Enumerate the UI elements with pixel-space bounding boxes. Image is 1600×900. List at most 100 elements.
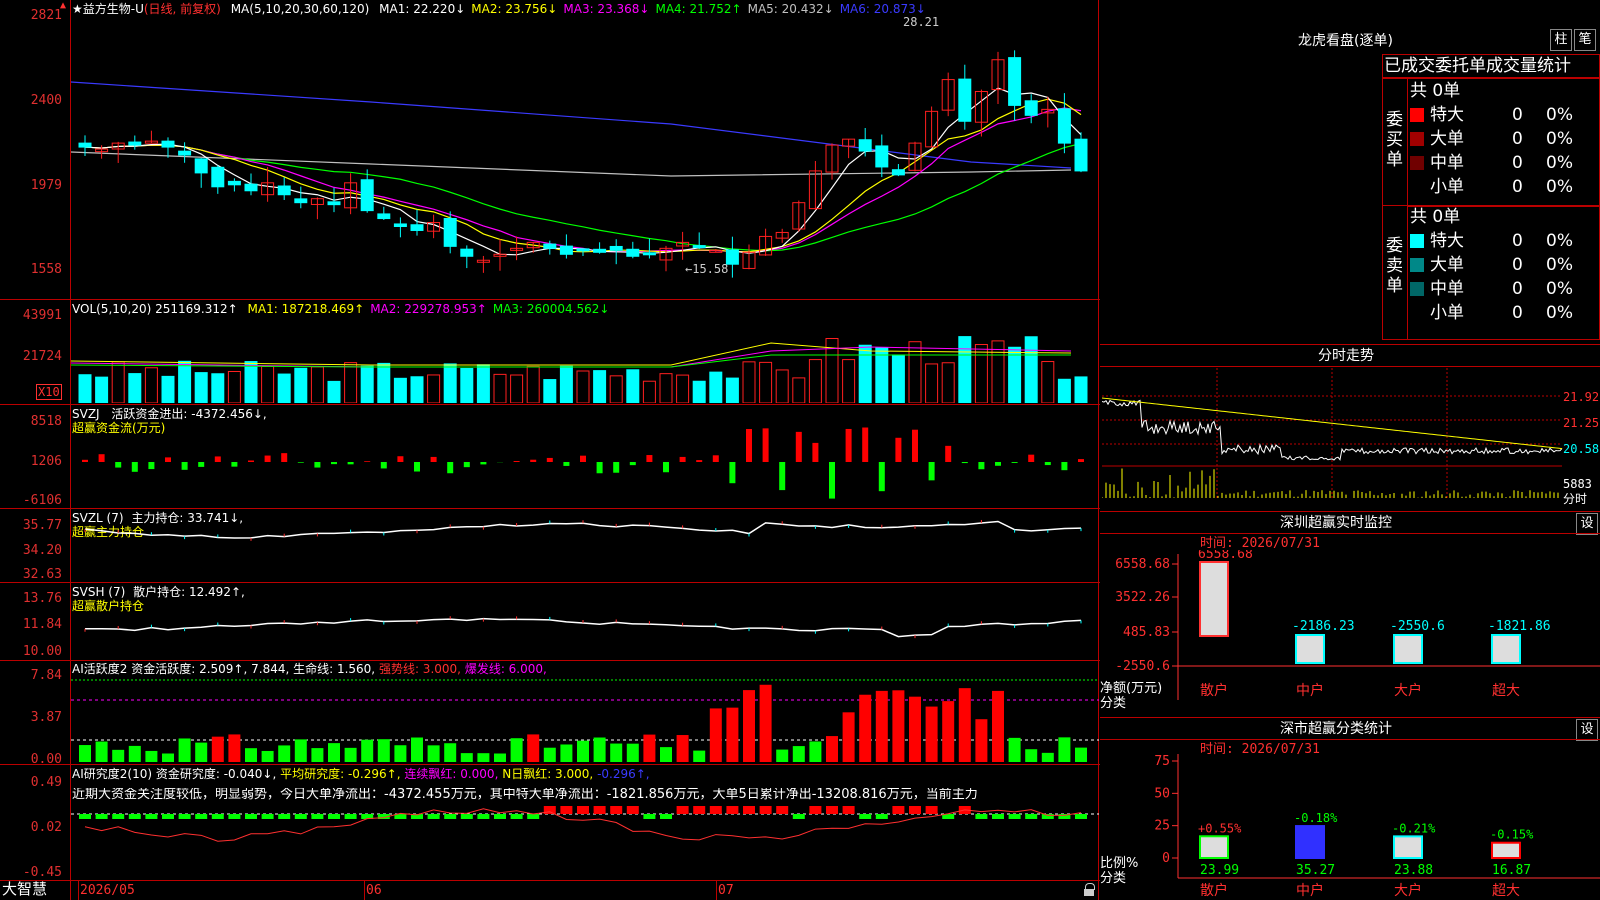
activity-bar xyxy=(925,706,938,762)
sh-y-axis-title: 比例% xyxy=(1100,856,1139,871)
activity-bar xyxy=(1041,752,1054,762)
sz-bar-value: -2186.23 xyxy=(1292,619,1355,634)
tab-orders[interactable]: 委托单 xyxy=(1435,56,1486,76)
sz-y-tick: 3522.26 xyxy=(1115,590,1170,605)
sell-row-pct: 0% xyxy=(1546,255,1573,275)
volume-bar xyxy=(294,367,308,403)
research-bar xyxy=(145,814,158,819)
retail-holding-chart[interactable] xyxy=(71,583,1099,659)
research-bar xyxy=(660,814,672,819)
flow-bar xyxy=(281,453,288,462)
sz-net-flow-chart[interactable]: 6558.68 3522.26 485.83 -2550.6 6558.68 散户 -218… xyxy=(1100,550,1600,710)
flow-bar xyxy=(1044,462,1051,466)
flow-bar xyxy=(447,462,454,474)
sh-ratio-chart[interactable]: 75 50 25 0 +0.55% 23.99 散户 -0.18% 35.27 中户 -0.21% 2… xyxy=(1100,750,1600,900)
sh-bar-value: 35.27 xyxy=(1296,863,1335,878)
volume-bar xyxy=(227,370,241,403)
flow-bar xyxy=(746,429,752,462)
ai1-y-label: 7.84 xyxy=(30,668,62,683)
svzj-y-label: 1206 xyxy=(30,454,62,469)
main-holding-chart[interactable] xyxy=(71,509,1099,581)
flow-bar xyxy=(214,456,221,462)
candle-body xyxy=(543,243,557,249)
svsh-y-label: 13.76 xyxy=(22,591,62,606)
research-bar xyxy=(842,806,855,814)
flow-bar xyxy=(878,462,885,492)
intraday-price-label: 21.25 xyxy=(1563,416,1600,430)
volume-bar xyxy=(725,377,739,403)
candle-body xyxy=(327,201,341,206)
research-bar xyxy=(726,806,739,814)
sz-settings-button[interactable]: 设 xyxy=(1576,513,1598,535)
vol-header: VOL(5,10,20) 251169.312↑ MA1: 187218.469… xyxy=(72,302,609,316)
activity-chart[interactable] xyxy=(71,674,1099,762)
left-chart-area[interactable]: ★益方生物-U(日线, 前复权) MA(5,10,20,30,60,120) M… xyxy=(0,0,1100,900)
volume-bar xyxy=(941,362,955,403)
tick-view-button[interactable]: 笔 xyxy=(1574,29,1596,51)
flow-bar xyxy=(696,460,703,462)
sz-x-axis-title: 分类 xyxy=(1100,696,1127,711)
research-chart[interactable] xyxy=(71,800,1099,878)
candle-body xyxy=(194,158,208,174)
research-bar xyxy=(95,814,108,819)
candlestick-chart[interactable] xyxy=(71,14,1099,294)
activity-bar xyxy=(311,748,324,762)
flow-bar xyxy=(629,462,636,466)
right-sidebar: 龙虎看盘(逐单) 柱 笔 已成交 委托单 成交量统计 委买单 共 0单 特大 0 0… xyxy=(1100,0,1600,900)
flow-bar xyxy=(895,437,902,462)
volume-bar xyxy=(974,344,988,403)
research-bar xyxy=(759,806,772,814)
fund-flow-chart[interactable] xyxy=(71,412,1099,504)
candle-body xyxy=(875,145,889,168)
research-bar xyxy=(245,814,257,819)
sh-bar-label: 散户 xyxy=(1200,882,1228,899)
flow-bar xyxy=(580,455,586,462)
research-bar xyxy=(610,806,623,814)
vol-value: 251169.312↑ xyxy=(155,302,238,316)
flow-bar xyxy=(829,462,835,499)
flow-bar xyxy=(331,462,337,465)
candle-body xyxy=(891,169,905,176)
sh-bar-pct: -0.15% xyxy=(1490,828,1534,842)
ai2-cont: 连续飘红: 0.000, xyxy=(404,767,499,781)
flow-bar xyxy=(596,462,603,474)
activity-bar xyxy=(510,738,523,762)
ai1-y-label: 0.00 xyxy=(30,752,62,767)
candle-body xyxy=(360,179,374,212)
research-bar xyxy=(792,814,805,819)
flow-bar xyxy=(928,462,935,481)
svzl-y-label: 32.63 xyxy=(22,567,62,582)
tab-volume-stats[interactable]: 成交量统计 xyxy=(1486,56,1571,76)
activity-bar xyxy=(328,743,340,762)
activity-bar xyxy=(278,745,291,762)
sh-settings-button[interactable]: 设 xyxy=(1576,719,1598,741)
activity-bar xyxy=(195,742,208,762)
volume-bar xyxy=(925,363,939,403)
activity-bar xyxy=(444,743,457,762)
volume-chart[interactable] xyxy=(71,315,1099,403)
buy-row-name: 大单 xyxy=(1430,129,1464,149)
volume-bar xyxy=(609,375,623,403)
flow-bar xyxy=(248,460,254,462)
volume-bar xyxy=(559,365,573,403)
flow-bar xyxy=(98,454,105,462)
research-bar xyxy=(261,814,274,819)
date-label: 2026/05 xyxy=(80,883,135,898)
flow-bar xyxy=(712,455,719,462)
flow-bar xyxy=(779,462,786,491)
candle-body xyxy=(626,248,640,257)
price-y-label: 2400 xyxy=(30,93,62,108)
buy-row-pct: 0% xyxy=(1546,153,1573,173)
candle-body xyxy=(178,150,192,156)
sz-y-axis-title: 净额(万元) xyxy=(1100,681,1163,696)
volume-bar xyxy=(1008,346,1022,403)
activity-bar xyxy=(610,743,623,762)
volume-bar xyxy=(161,375,175,403)
activity-bar xyxy=(577,740,589,762)
intraday-chart[interactable] xyxy=(1102,368,1572,508)
activity-bar xyxy=(211,736,224,762)
tab-filled[interactable]: 已成交 xyxy=(1384,56,1435,76)
column-view-button[interactable]: 柱 xyxy=(1550,29,1572,51)
intraday-tab[interactable]: 分时 xyxy=(1563,492,1587,506)
research-bar xyxy=(311,814,324,819)
